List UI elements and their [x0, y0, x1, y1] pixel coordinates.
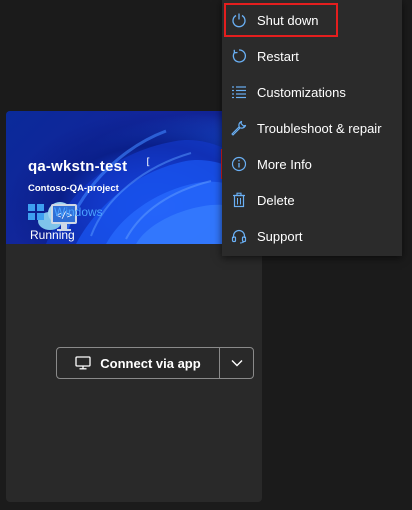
menu-item-more-info[interactable]: More Info	[224, 147, 400, 181]
menu-item-shut-down[interactable]: Shut down	[224, 3, 338, 37]
menu-item-label: More Info	[257, 156, 312, 172]
connect-options-button[interactable]	[220, 348, 253, 378]
chevron-down-icon	[231, 360, 242, 367]
menu-item-delete[interactable]: Delete	[224, 183, 400, 217]
text-cursor-icon: [	[145, 157, 152, 168]
connect-label: Connect via app	[100, 355, 201, 371]
connect-via-app-button[interactable]: Connect via app	[57, 348, 219, 378]
menu-item-support[interactable]: Support	[224, 219, 400, 253]
menu-item-customizations[interactable]: Customizations	[224, 75, 400, 109]
menu-item-label: Restart	[257, 48, 299, 64]
list-icon	[230, 83, 248, 101]
menu-item-label: Support	[257, 228, 303, 244]
trash-icon	[230, 191, 248, 209]
menu-item-label: Troubleshoot & repair	[257, 120, 382, 136]
wrench-icon	[230, 119, 248, 137]
windows-logo-icon	[28, 204, 44, 220]
os-label: Windows	[54, 205, 103, 219]
menu-item-restart[interactable]: Restart	[224, 39, 400, 73]
actions-menu: Shut down Restart Customizations Trouble…	[222, 0, 402, 256]
menu-item-label: Customizations	[257, 84, 346, 100]
power-icon	[230, 11, 248, 29]
menu-item-label: Shut down	[257, 12, 319, 28]
restart-icon	[230, 47, 248, 65]
status-text: Running	[30, 228, 75, 242]
menu-item-troubleshoot[interactable]: Troubleshoot & repair	[224, 111, 400, 145]
dev-box-name: qa-wkstn-test	[28, 158, 128, 175]
menu-item-label: Delete	[257, 192, 295, 208]
headset-icon	[230, 227, 248, 245]
os-row: Windows	[28, 203, 103, 221]
monitor-icon	[75, 356, 91, 370]
info-icon	[230, 155, 248, 173]
project-name: Contoso-QA-project	[28, 183, 119, 194]
connect-split-button: Connect via app	[56, 347, 254, 379]
